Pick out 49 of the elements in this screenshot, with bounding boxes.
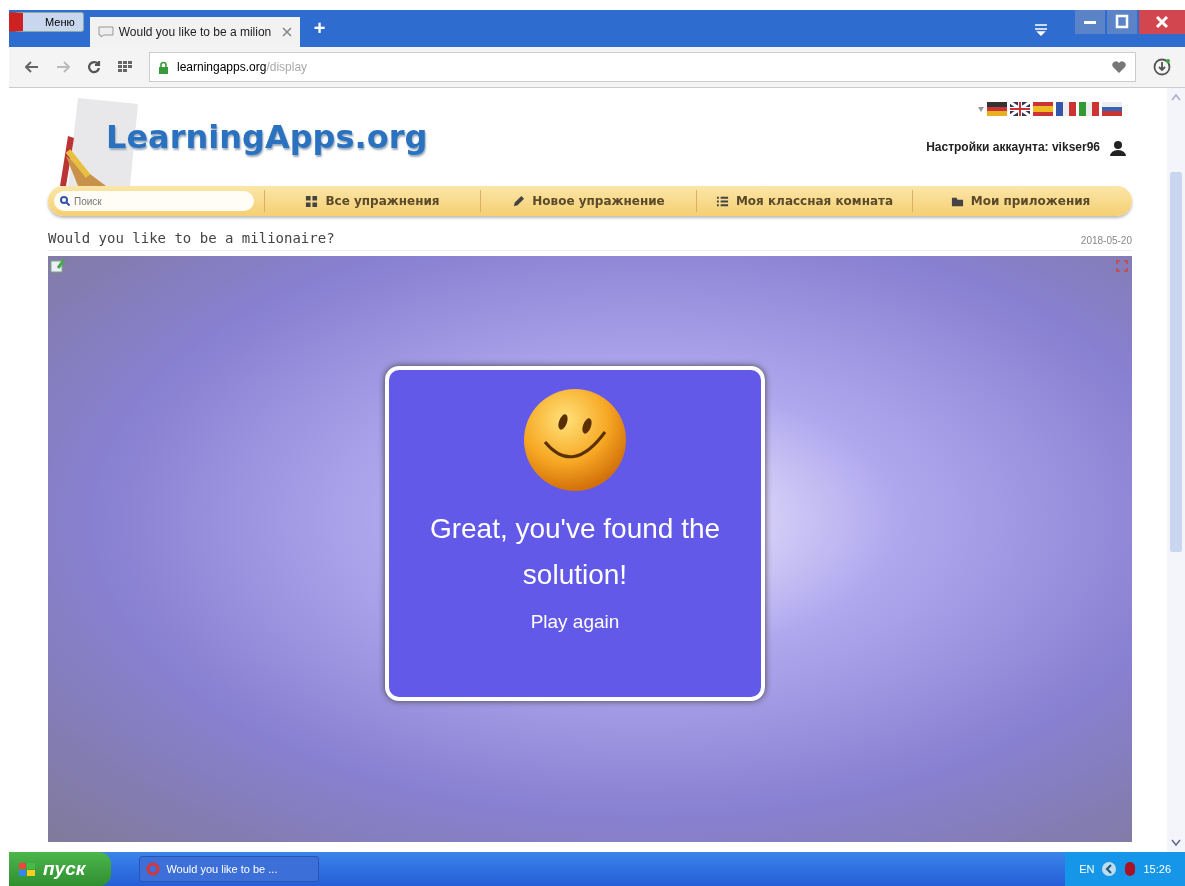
nav-link[interactable]: Все упражнения bbox=[265, 193, 480, 209]
ring-icon bbox=[146, 862, 161, 876]
url-path: /display bbox=[266, 60, 308, 74]
language-indicator[interactable]: EN bbox=[1079, 863, 1095, 875]
reload-icon[interactable] bbox=[87, 60, 101, 74]
account-link[interactable]: Настройки аккаунта: vikser96 bbox=[926, 140, 1100, 156]
grid-icon[interactable] bbox=[118, 61, 132, 73]
scrollbar-thumb[interactable] bbox=[1170, 172, 1182, 552]
edit-icon[interactable] bbox=[50, 258, 66, 274]
nav-link[interactable]: Новое упражнение bbox=[481, 193, 696, 209]
heart-icon[interactable] bbox=[1111, 60, 1127, 74]
user-icon[interactable] bbox=[1110, 140, 1126, 156]
url-host: learningapps.org bbox=[177, 60, 267, 74]
tab-title: Would you like to be a milion bbox=[118, 25, 273, 39]
windows-logo-icon bbox=[19, 862, 35, 876]
address-bar[interactable]: learningapps.org/display bbox=[149, 52, 1136, 82]
dropdown-arrow-icon[interactable] bbox=[978, 106, 984, 112]
close-icon[interactable] bbox=[281, 27, 292, 37]
taskbar-button[interactable]: Would you like to be ... bbox=[139, 856, 320, 882]
clock: 15:26 bbox=[1143, 863, 1171, 875]
speech-bubble-icon bbox=[97, 26, 114, 38]
padlock-icon bbox=[158, 60, 169, 74]
search-icon bbox=[60, 196, 70, 206]
play-again-button[interactable]: Play again bbox=[524, 609, 626, 634]
grid-icon bbox=[305, 194, 319, 208]
scroll-down-icon[interactable] bbox=[1170, 838, 1182, 848]
menu-button[interactable]: Меню bbox=[9, 12, 84, 32]
arrow-circle-icon[interactable] bbox=[1101, 861, 1118, 877]
close-icon[interactable] bbox=[1139, 10, 1185, 34]
site-logo[interactable]: LearningApps.org bbox=[106, 118, 428, 156]
maximize-icon[interactable] bbox=[1107, 10, 1137, 34]
minimize-icon[interactable] bbox=[1075, 10, 1105, 34]
new-tab-button[interactable]: + bbox=[305, 17, 334, 40]
nav-link[interactable]: Моя классная комната bbox=[697, 193, 912, 209]
success-message: Great, you've found the solution! bbox=[428, 511, 722, 592]
nav-link[interactable]: Мои приложения bbox=[913, 193, 1128, 209]
smiley-icon bbox=[523, 387, 627, 492]
app-date: 2018-05-20 bbox=[1080, 235, 1132, 246]
list-icon bbox=[715, 194, 729, 208]
flag-icon[interactable] bbox=[1056, 102, 1076, 116]
download-icon[interactable] bbox=[1153, 58, 1171, 76]
start-button[interactable]: пуск bbox=[9, 852, 112, 886]
browser-tab[interactable]: Would you like to be a milion bbox=[89, 17, 300, 47]
app-title: Would you like to be a milionaire? bbox=[48, 230, 335, 246]
flag-icon[interactable] bbox=[1010, 102, 1030, 116]
search-field[interactable]: Поиск bbox=[54, 191, 254, 211]
back-arrow-icon[interactable] bbox=[25, 61, 39, 73]
flag-icon[interactable] bbox=[987, 102, 1007, 116]
pencil-icon bbox=[512, 194, 526, 208]
